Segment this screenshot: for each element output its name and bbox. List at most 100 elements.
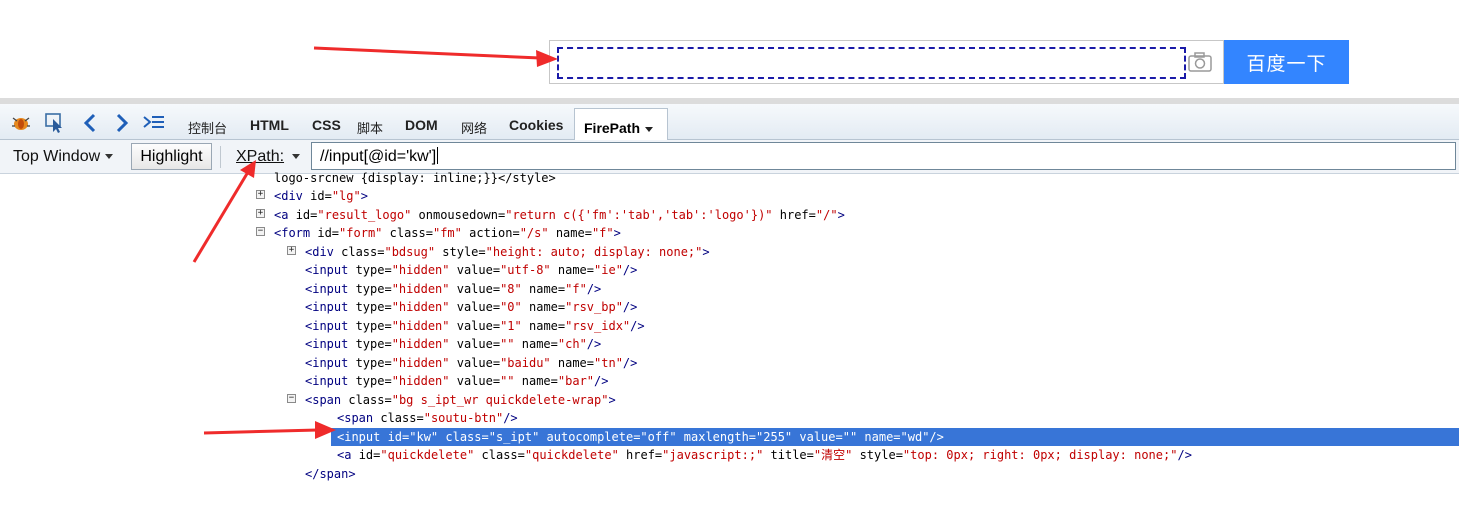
tree-row[interactable]: − <form id="form" class="fm" action="/s"… [0,224,1459,242]
attr-value: "" [500,337,515,351]
attr-value: "rsv_idx" [565,319,631,333]
tag: <input [305,337,356,351]
attr-value: "f" [591,226,614,240]
tree-row-text: </span> [305,467,356,481]
attr: type= [355,263,392,277]
tag: > [837,208,845,222]
firebug-bug-icon[interactable] [9,112,33,134]
attr: value= [449,300,501,314]
attr-value: "bdsug" [384,245,436,259]
tree-row[interactable]: <span class="soutu-btn"/> [0,409,1459,427]
text-cursor [437,147,439,164]
tag: > [613,226,621,240]
search-input[interactable] [557,47,1186,79]
attr: name= [521,282,566,296]
attr: type= [355,374,392,388]
forward-icon[interactable] [110,112,134,134]
back-icon[interactable] [79,112,103,134]
attr: value= [449,282,501,296]
tab-css[interactable]: CSS [312,117,341,133]
attr-value: "quickdelete" [380,448,475,462]
attr-value: "fm" [432,226,462,240]
tree-row[interactable]: <a id="quickdelete" class="quickdelete" … [0,446,1459,464]
tree-row[interactable]: <input type="hidden" value="8" name="f"/… [0,280,1459,298]
tree-row: logo-srcnew {display: inline;}}</style> [0,169,1459,187]
command-line-icon[interactable] [142,112,166,134]
tree-row[interactable]: <input type="hidden" value="1" name="rsv… [0,317,1459,335]
collapse-icon[interactable]: − [256,227,265,236]
xpath-selector[interactable]: XPath: [236,148,301,166]
attr-value: "rsv_bp" [565,300,623,314]
tag: /> [622,300,638,314]
tab-console[interactable]: 控制台 [188,118,227,137]
attr: name= [514,337,558,351]
attr: name= [550,263,595,277]
tag: > [608,393,616,407]
tree-row-selected[interactable]: <input id="kw" class="s_ipt" autocomplet… [331,428,1459,446]
tab-firepath-label: FirePath [584,120,641,136]
tag: <div [305,245,342,259]
tag: <a [274,208,296,222]
tab-dom[interactable]: DOM [405,117,438,133]
inspect-element-icon[interactable] [44,112,68,134]
expand-icon[interactable]: + [287,246,296,255]
tree-row[interactable]: <input type="hidden" value="" name="ch"/… [0,335,1459,353]
attr-value: "/s" [519,226,549,240]
attr: type= [355,356,392,370]
selected-node-text: <input id="kw" class="s_ipt" autocomplet… [337,430,944,444]
attr: name= [548,226,592,240]
attr-value: "ie" [594,263,623,277]
attr: id= [310,189,332,203]
tag: /> [630,319,645,333]
expand-icon[interactable]: + [256,190,265,199]
tree-row[interactable]: <input type="hidden" value="" name="bar"… [0,372,1459,390]
tree-row[interactable]: <input type="hidden" value="0" name="rsv… [0,298,1459,316]
attr: style= [435,245,486,259]
attr-value: "hidden" [391,319,450,333]
tab-net[interactable]: 网络 [461,118,487,137]
frame-select-label: Top Window [13,148,101,165]
tag: <input [305,300,356,314]
highlight-button[interactable]: Highlight [131,143,212,170]
tag: /> [586,282,602,296]
attr: value= [449,356,501,370]
attr-value: "hidden" [391,337,450,351]
search-button[interactable]: 百度一下 [1224,40,1349,84]
attr-value: "1" [500,319,522,333]
attr-value: "hidden" [391,374,450,388]
attr-value: "tn" [594,356,623,370]
arrow-to-search-input [313,46,558,67]
attr: id= [317,226,340,240]
tag: <form [274,226,318,240]
tag: <span [305,393,349,407]
expand-icon[interactable]: + [256,209,265,218]
tree-row[interactable]: − <span class="bg s_ipt_wr quickdelete-w… [0,391,1459,409]
attr-value: "utf-8" [500,263,551,277]
tree-row[interactable]: </span> [0,465,1459,483]
tree-row[interactable]: + <div id="lg"> [0,187,1459,205]
attr: class= [380,411,424,425]
xpath-input[interactable]: //input[@id='kw'] [311,142,1456,170]
frame-select[interactable]: Top Window [13,148,114,166]
attr: class= [348,393,392,407]
attr-value: "" [500,374,515,388]
attr-value: "hidden" [391,282,450,296]
tree-row[interactable]: + <div class="bdsug" style="height: auto… [0,243,1459,261]
tree-row[interactable]: + <a id="result_logo" onmousedown="retur… [0,206,1459,224]
tab-html[interactable]: HTML [250,117,289,133]
xpath-value: //input[@id='kw'] [320,148,437,165]
attr-value: "baidu" [500,356,551,370]
attr: name= [521,319,566,333]
tab-script[interactable]: 脚本 [357,118,383,137]
tab-cookies[interactable]: Cookies [509,117,563,133]
tree-row[interactable]: <input type="hidden" value="utf-8" name=… [0,261,1459,279]
tab-firepath[interactable]: FirePath [574,108,668,141]
camera-icon[interactable] [1187,51,1213,73]
attr: id= [358,448,381,462]
tree-row[interactable]: <input type="hidden" value="baidu" name=… [0,354,1459,372]
tag: <input [305,282,356,296]
attr: name= [514,374,558,388]
attr: class= [382,226,433,240]
collapse-icon[interactable]: − [287,394,296,403]
attr-value: "hidden" [391,263,450,277]
